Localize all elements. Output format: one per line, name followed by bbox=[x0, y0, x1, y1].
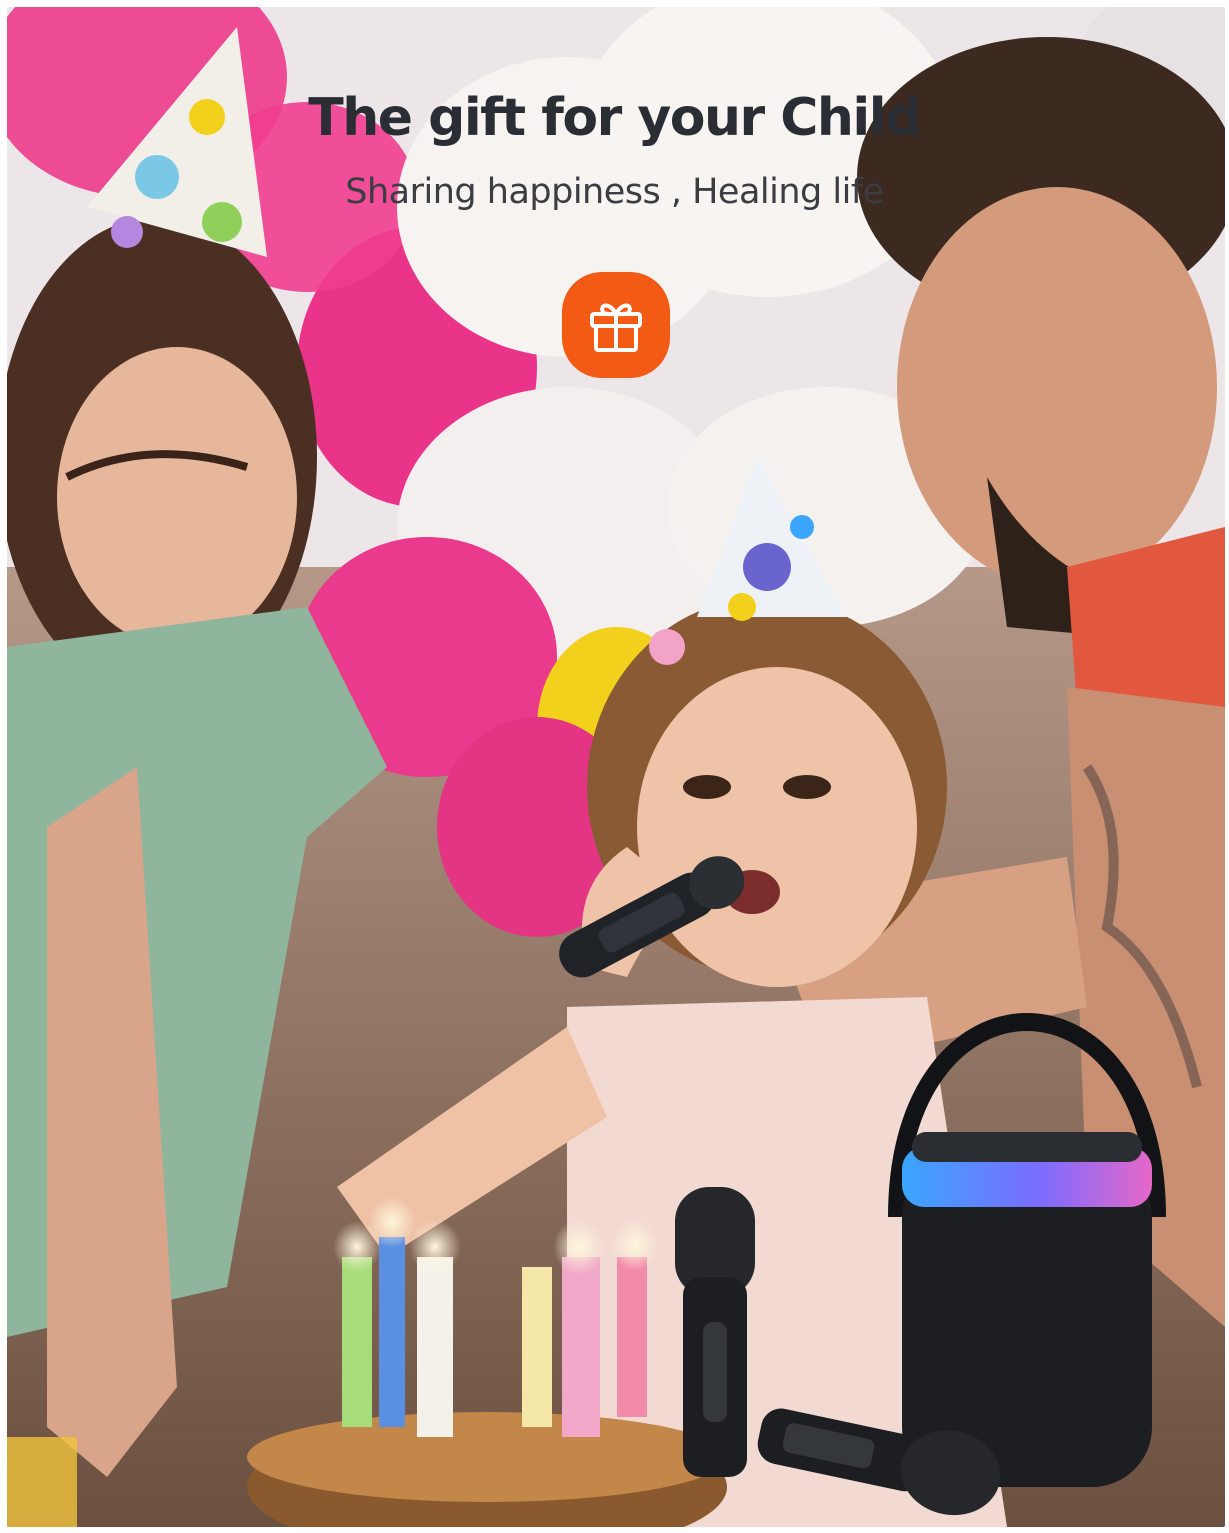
photo-illustration bbox=[7, 7, 1225, 1527]
woman-face bbox=[57, 347, 297, 647]
candle bbox=[417, 1257, 453, 1437]
candle bbox=[562, 1257, 600, 1437]
gift-icon bbox=[590, 303, 642, 352]
headline: The gift for your Child bbox=[308, 88, 922, 148]
candle bbox=[617, 1257, 647, 1417]
party-photo bbox=[7, 7, 1225, 1527]
gift-badge bbox=[562, 272, 670, 378]
subheadline: Sharing happiness , Healing life bbox=[345, 172, 884, 212]
candle bbox=[379, 1237, 405, 1427]
girl-face bbox=[637, 667, 917, 987]
man-face bbox=[897, 187, 1217, 587]
candle bbox=[342, 1257, 372, 1427]
microphone-standing bbox=[675, 1187, 755, 1477]
candle bbox=[522, 1267, 552, 1427]
